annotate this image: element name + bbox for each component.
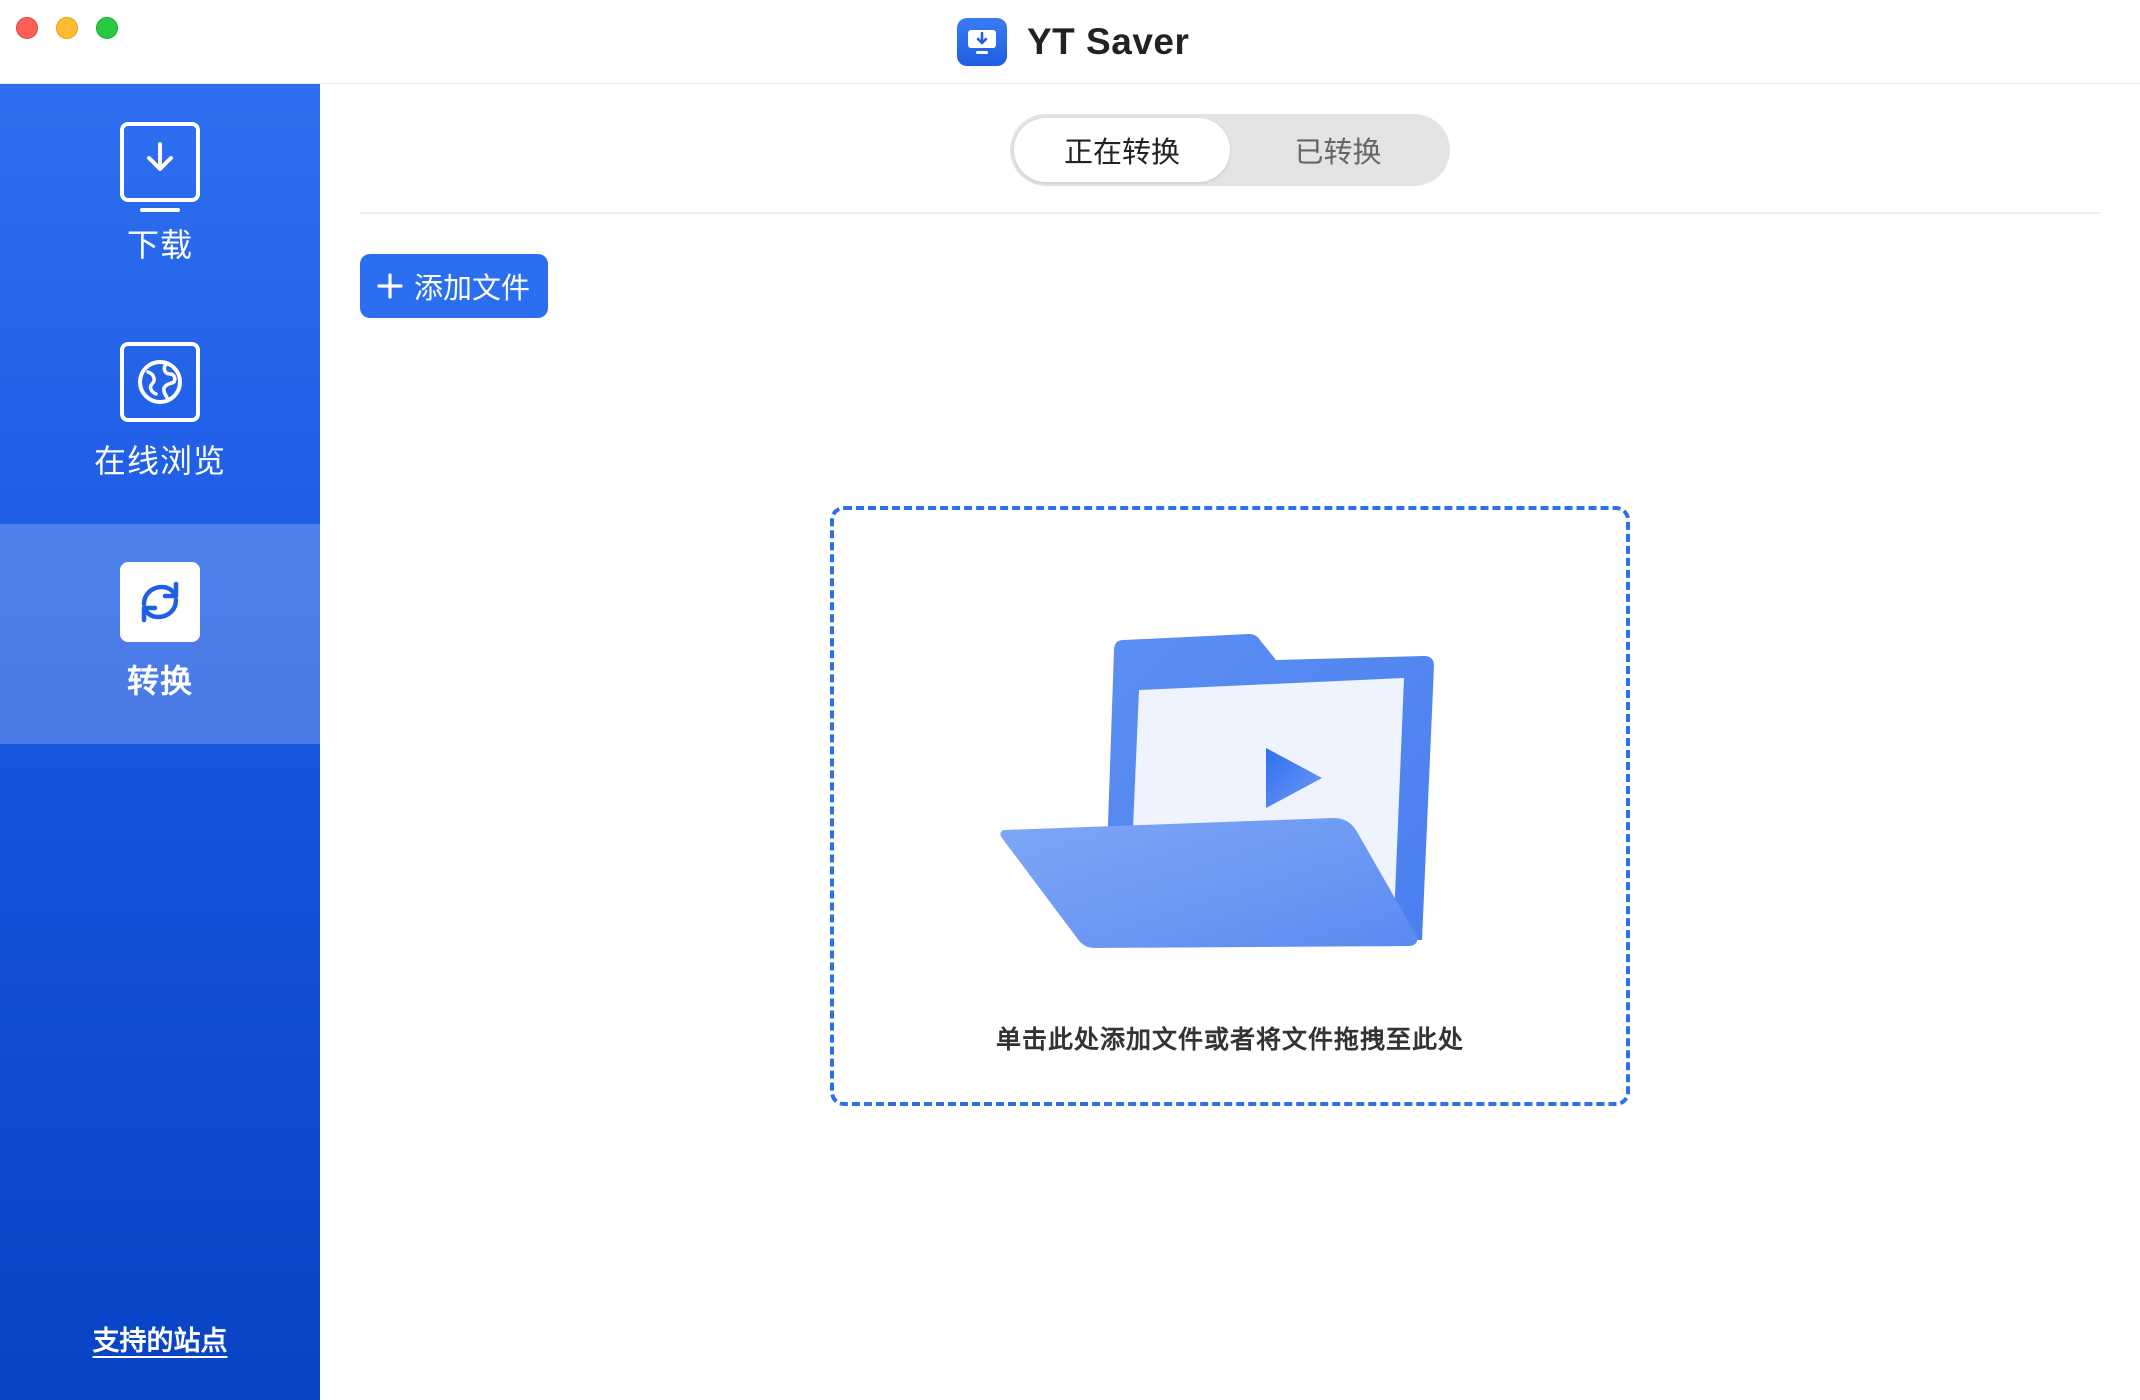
main-content: 正在转换 已转换 添加文件 单击此处添加文件或者将文件拖拽至此处 [320,84,2140,1400]
app-title-group: YT Saver [957,18,1189,66]
sidebar-item-label: 在线浏览 [93,442,226,480]
sidebar-item-convert[interactable]: 转换 [0,524,320,744]
folder-video-icon [994,620,1444,960]
supported-sites-link[interactable]: 支持的站点 [0,1319,320,1358]
add-file-label: 添加文件 [414,271,531,305]
minimize-window-button[interactable] [56,17,78,39]
plus-icon [376,272,404,300]
dropzone-hint: 单击此处添加文件或者将文件拖拽至此处 [995,1025,1464,1054]
add-file-button[interactable]: 添加文件 [360,254,549,318]
sidebar-item-browse-online[interactable]: 在线浏览 [0,304,320,524]
globe-icon [120,342,200,422]
divider [360,212,2100,214]
sidebar: 下载 在线浏览 转换 支持的站点 [0,84,320,1400]
sidebar-item-label: 下载 [126,226,193,264]
title-bar: YT Saver [0,0,2140,84]
sidebar-item-download[interactable]: 下载 [0,84,320,304]
tab-converted[interactable]: 已转换 [1230,118,1446,182]
conversion-tabs: 正在转换 已转换 [1010,114,1450,186]
app-title: YT Saver [1027,21,1190,62]
sidebar-item-label: 转换 [126,662,193,700]
maximize-window-button[interactable] [96,17,118,39]
close-window-button[interactable] [16,17,38,39]
file-dropzone[interactable]: 单击此处添加文件或者将文件拖拽至此处 [830,506,1630,1106]
app-window: YT Saver 下载 在线浏览 转换 支持的站点 正在转换 已转换 添加文件 … [0,0,2140,1400]
tab-converting[interactable]: 正在转换 [1014,118,1230,182]
convert-icon [120,562,200,642]
download-icon [120,122,200,202]
app-logo-icon [957,18,1007,66]
download-icon-stand [140,208,180,212]
